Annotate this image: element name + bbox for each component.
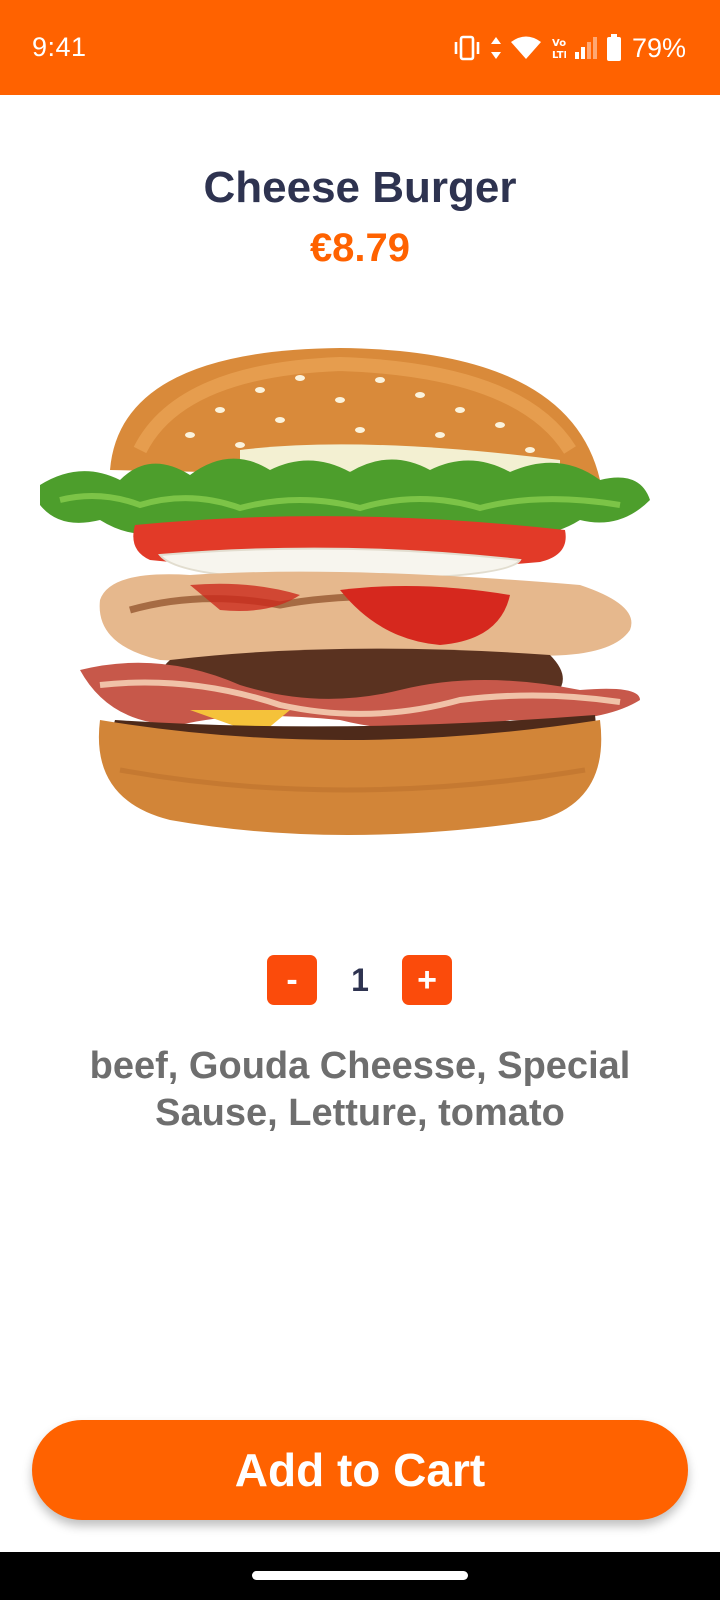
add-to-cart-button[interactable]: Add to Cart [32, 1420, 688, 1520]
product-title: Cheese Burger [203, 163, 517, 212]
status-bar: 9:41 Vo LTE 79% [0, 0, 720, 95]
battery-icon [606, 34, 621, 61]
quantity-stepper: - 1 + [0, 955, 720, 1007]
volte-icon: Vo LTE [552, 38, 566, 61]
data-transfer-icon [490, 37, 501, 59]
status-icons: Vo LTE 79% [452, 30, 686, 66]
status-time: 9:41 [32, 32, 87, 62]
home-gesture-handle[interactable] [252, 1571, 468, 1580]
decrease-quantity-button[interactable]: - [267, 955, 317, 1005]
battery-percentage: 79% [631, 32, 686, 63]
product-price: €8.79 [309, 226, 411, 270]
vibrate-icon [454, 35, 480, 61]
wifi-icon [510, 36, 541, 59]
navigation-bar [0, 1552, 720, 1600]
burger-image [40, 348, 650, 835]
signal-icon [574, 37, 597, 59]
increase-quantity-button[interactable]: + [402, 955, 452, 1005]
quantity-value: 1 [351, 962, 369, 998]
svg-text:Vo: Vo [552, 38, 566, 49]
svg-text:LTE: LTE [552, 50, 566, 61]
ingredients-text: beef, Gouda Cheesse, Special Sause, Lett… [89, 1045, 631, 1134]
